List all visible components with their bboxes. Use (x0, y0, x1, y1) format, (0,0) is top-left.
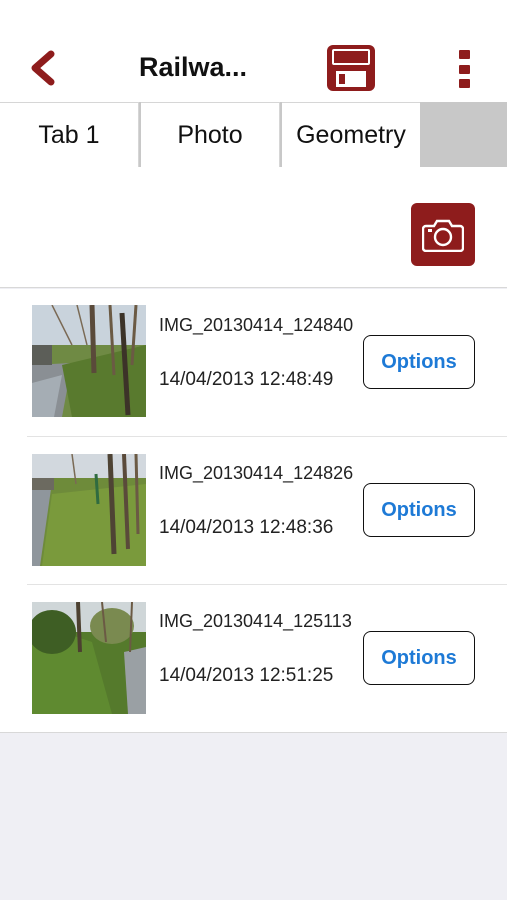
list-item: IMG_20130414_124826 14/04/2013 12:48:36 … (0, 437, 507, 585)
photo-thumbnail[interactable] (32, 305, 146, 417)
tab-photo[interactable]: Photo (141, 102, 280, 167)
floppy-disk-icon (327, 45, 375, 91)
photo-filename: IMG_20130414_124840 (159, 315, 354, 335)
photo-datetime: 14/04/2013 12:51:25 (159, 665, 334, 686)
take-photo-button[interactable] (411, 203, 475, 266)
page-title: Railwa... (139, 52, 248, 82)
photo-thumbnail[interactable] (32, 602, 146, 714)
list-item: IMG_20130414_125113 14/04/2013 12:51:25 … (0, 585, 507, 733)
photo-list: IMG_20130414_124840 14/04/2013 12:48:49 … (0, 289, 507, 733)
tab-1[interactable]: Tab 1 (0, 102, 139, 167)
back-button[interactable] (22, 46, 62, 90)
photo-datetime: 14/04/2013 12:48:36 (159, 517, 334, 538)
app-header: Railwa... (0, 0, 507, 102)
options-button[interactable]: Options (363, 335, 475, 389)
vertical-ellipsis-icon[interactable] (454, 50, 474, 88)
options-button[interactable]: Options (363, 483, 475, 537)
photo-datetime: 14/04/2013 12:48:49 (159, 369, 334, 390)
save-button[interactable] (326, 44, 376, 92)
camera-icon (422, 219, 464, 252)
photo-actions (0, 167, 507, 288)
photo-filename: IMG_20130414_125113 (159, 611, 352, 631)
tab-geometry[interactable]: Geometry (282, 102, 420, 167)
chevron-left-icon (31, 50, 55, 86)
tab-bar: Tab 1 Photo Geometry (0, 102, 507, 267)
list-item: IMG_20130414_124840 14/04/2013 12:48:49 … (0, 289, 507, 437)
options-button[interactable]: Options (363, 631, 475, 685)
photo-filename: IMG_20130414_124826 (159, 463, 354, 483)
photo-thumbnail[interactable] (32, 454, 146, 566)
